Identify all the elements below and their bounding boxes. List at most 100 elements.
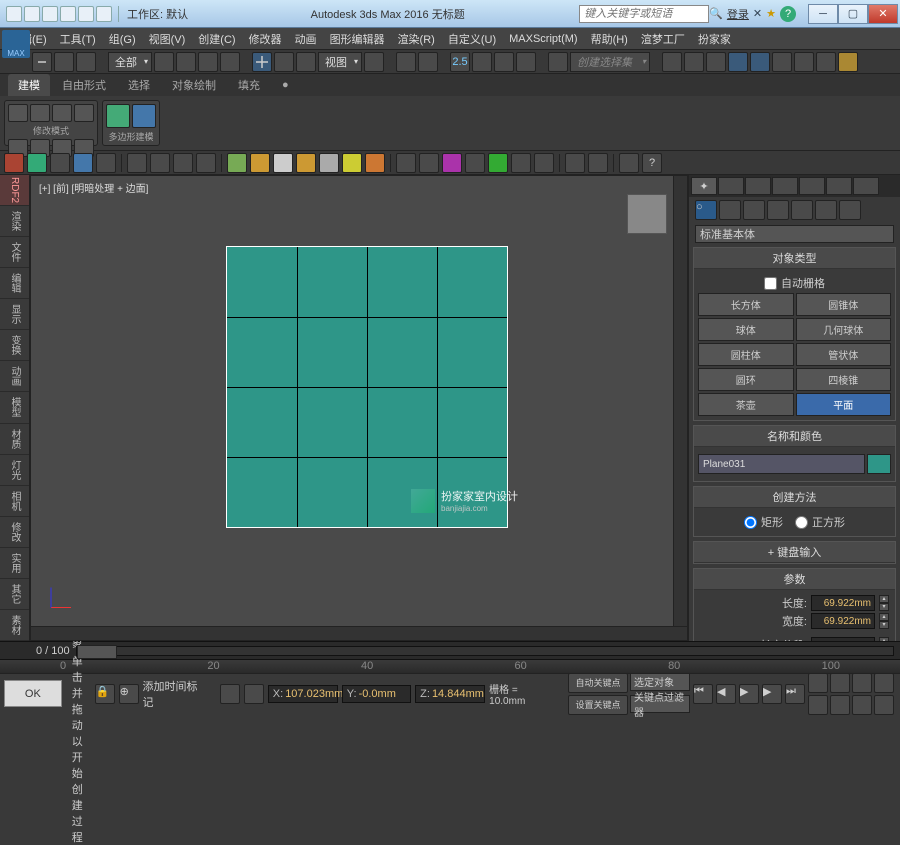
coord-x[interactable]: X:107.023mm	[268, 685, 338, 703]
play-icon[interactable]: ▶	[739, 684, 759, 704]
menu-create[interactable]: 创建(C)	[192, 28, 241, 50]
ribbon-tab-dot-icon[interactable]: ●	[272, 76, 299, 94]
sidebar-file[interactable]: 文件	[0, 237, 29, 268]
search-icon[interactable]: 🔍	[709, 7, 723, 20]
xb-icon[interactable]	[419, 153, 439, 173]
rollout-objtype-head[interactable]: 对象类型	[694, 248, 895, 269]
nav-pan-icon[interactable]	[808, 673, 828, 693]
lseg-spinner[interactable]: 4	[811, 637, 875, 641]
qat-undo-icon[interactable]	[60, 6, 76, 22]
nav-zall-icon[interactable]	[808, 695, 828, 715]
named-sel-dropdown[interactable]: 创建选择集	[570, 52, 650, 72]
maximize-button[interactable]: ▢	[838, 4, 868, 24]
scale-icon[interactable]	[296, 52, 316, 72]
sidebar-anim[interactable]: 动画	[0, 361, 29, 392]
move-icon[interactable]	[252, 52, 272, 72]
track-bar[interactable]: 020406080100	[0, 659, 900, 673]
snap-icon[interactable]: 2.5	[450, 52, 470, 72]
autokey-button[interactable]: 自动关键点	[568, 673, 628, 693]
qat-open-icon[interactable]	[24, 6, 40, 22]
refcoord-dropdown[interactable]: 视图	[318, 52, 362, 72]
p-torus-icon[interactable]	[296, 153, 316, 173]
x2-icon[interactable]	[27, 153, 47, 173]
nav-maxtoggle-icon[interactable]	[874, 695, 894, 715]
x5-icon[interactable]	[96, 153, 116, 173]
rib-btn4[interactable]	[74, 104, 94, 122]
cat-lights-icon[interactable]	[743, 200, 765, 220]
x7-icon[interactable]	[150, 153, 170, 173]
width-up-icon[interactable]: ▴	[879, 613, 889, 621]
p-cyl-icon[interactable]	[273, 153, 293, 173]
width-spinner[interactable]: 69.922mm	[811, 613, 875, 629]
btn-box[interactable]: 长方体	[698, 293, 794, 316]
selection-filter-dropdown[interactable]: 全部	[108, 52, 152, 72]
length-dn-icon[interactable]: ▾	[879, 603, 889, 611]
sidebar-camera[interactable]: 相机	[0, 486, 29, 517]
login-link[interactable]: 登录	[727, 6, 749, 22]
exchange-icon[interactable]: ✕	[753, 7, 762, 20]
menu-custom[interactable]: 自定义(U)	[442, 28, 502, 50]
radio-square[interactable]	[795, 516, 808, 529]
btn-geosphere[interactable]: 几何球体	[796, 318, 892, 341]
p-cone-icon[interactable]	[319, 153, 339, 173]
menu-grapheditor[interactable]: 图形编辑器	[324, 28, 391, 50]
schematic-icon[interactable]	[750, 52, 770, 72]
btn-sphere[interactable]: 球体	[698, 318, 794, 341]
menu-help[interactable]: 帮助(H)	[585, 28, 634, 50]
cat-shapes-icon[interactable]	[719, 200, 741, 220]
length-spinner[interactable]: 69.922mm	[811, 595, 875, 611]
ribbon-tab-model[interactable]: 建模	[8, 74, 50, 96]
workspace-dropdown[interactable]: 工作区: 默认	[118, 6, 196, 22]
sidebar-assets[interactable]: 素材	[0, 610, 29, 641]
rollout-method-head[interactable]: 创建方法	[694, 487, 895, 508]
xh-icon[interactable]	[565, 153, 585, 173]
cat-space-icon[interactable]	[815, 200, 837, 220]
play-end-icon[interactable]: ⏭	[785, 684, 805, 704]
width-dn-icon[interactable]: ▾	[879, 621, 889, 629]
plane-object[interactable]	[226, 246, 508, 528]
rib-btn1[interactable]	[8, 104, 28, 122]
x4-icon[interactable]	[73, 153, 93, 173]
help-icon[interactable]: ?	[780, 6, 796, 22]
curve-editor-icon[interactable]	[728, 52, 748, 72]
ribbon-tab-freeform[interactable]: 自由形式	[52, 74, 116, 96]
xg-icon[interactable]	[534, 153, 554, 173]
nav-fov-icon[interactable]	[852, 673, 872, 693]
spinner-snap-icon[interactable]	[516, 52, 536, 72]
ribbon-tab-objpaint[interactable]: 对象绘制	[162, 74, 226, 96]
unlink-icon[interactable]	[54, 52, 74, 72]
cat-systems-icon[interactable]	[839, 200, 861, 220]
menu-render[interactable]: 渲染(R)	[392, 28, 441, 50]
menu-bjj[interactable]: 扮家家	[692, 28, 737, 50]
time-slider-knob[interactable]	[77, 645, 117, 659]
x8-icon[interactable]	[173, 153, 193, 173]
keyfilter-button[interactable]: 关键点过滤器	[630, 695, 690, 713]
maxscript-listener[interactable]: OK	[4, 680, 62, 707]
autogrid-checkbox[interactable]	[764, 277, 777, 290]
cmdtab-create-icon[interactable]: ✦	[691, 177, 717, 195]
rib-btn2[interactable]	[30, 104, 50, 122]
length-up-icon[interactable]: ▴	[879, 595, 889, 603]
x6-icon[interactable]	[127, 153, 147, 173]
sidebar-utility[interactable]: 实用	[0, 548, 29, 579]
sidebar-other[interactable]: 其它	[0, 579, 29, 610]
menu-tools[interactable]: 工具(T)	[54, 28, 102, 50]
btn-cylinder[interactable]: 圆柱体	[698, 343, 794, 366]
xi-icon[interactable]	[588, 153, 608, 173]
manip-icon[interactable]	[396, 52, 416, 72]
xc-icon[interactable]	[442, 153, 462, 173]
menu-maxscript[interactable]: MAXScript(M)	[503, 30, 583, 48]
ribbon-tab-fill[interactable]: 填充	[228, 74, 270, 96]
viewport[interactable]: [+] [前] [明暗处理 + 边面] 扮家家室内设计 banjiajia.co…	[30, 175, 688, 641]
coord-y[interactable]: Y:-0.0mm	[342, 685, 411, 703]
pivot-icon[interactable]	[364, 52, 384, 72]
minimize-button[interactable]: ─	[808, 4, 838, 24]
primitive-type-dropdown[interactable]: 标准基本体	[695, 225, 894, 243]
radio-rect[interactable]	[744, 516, 757, 529]
close-button[interactable]: ✕	[868, 4, 898, 24]
rollout-keyboard-head[interactable]: 键盘输入	[694, 542, 895, 563]
cmdtab-extra-icon[interactable]	[853, 177, 879, 195]
named-sel-icon[interactable]	[548, 52, 568, 72]
viewport-scroll-h[interactable]	[31, 626, 687, 640]
addtime-label[interactable]: 添加时间标记	[143, 678, 209, 710]
